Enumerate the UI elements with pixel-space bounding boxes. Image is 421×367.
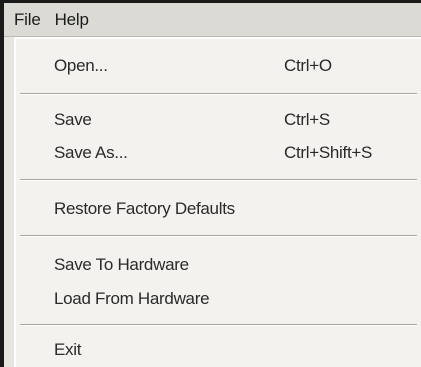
menu-item-load-from-hardware-label: Load From Hardware <box>54 289 210 308</box>
menu-separator <box>20 235 417 237</box>
menu-help[interactable]: Help <box>55 10 89 30</box>
menu-item-save-to-hardware-label: Save To Hardware <box>54 255 189 274</box>
menu-item-restore-defaults[interactable]: Restore Factory Defaults <box>16 194 421 224</box>
menu-item-open-label: Open... <box>54 56 108 75</box>
menu-item-save-as-label: Save As... <box>54 143 128 162</box>
file-menu-dropdown: Open... Ctrl+O Save Ctrl+S Save As... Ct… <box>14 37 421 367</box>
menu-separator <box>20 179 417 181</box>
menu-item-exit-label: Exit <box>54 340 82 359</box>
menu-item-exit[interactable]: Exit <box>16 335 421 365</box>
menu-separator <box>20 324 417 326</box>
menu-separator <box>20 93 417 95</box>
application-window: File Help Open... Ctrl+O Save Ctrl+S Sav… <box>0 0 421 367</box>
menu-item-restore-defaults-label: Restore Factory Defaults <box>54 199 235 218</box>
menu-item-save-to-hardware[interactable]: Save To Hardware <box>16 250 421 280</box>
menu-item-save-label: Save <box>54 110 92 129</box>
menu-item-open-shortcut: Ctrl+O <box>284 56 332 75</box>
menu-item-save-as[interactable]: Save As... Ctrl+Shift+S <box>16 138 421 168</box>
menu-item-open[interactable]: Open... Ctrl+O <box>16 51 421 81</box>
menu-bar: File Help <box>4 3 421 37</box>
menu-item-save-as-shortcut: Ctrl+Shift+S <box>284 143 373 162</box>
menu-file[interactable]: File <box>14 10 41 30</box>
menu-item-save[interactable]: Save Ctrl+S <box>16 105 421 135</box>
menu-item-load-from-hardware[interactable]: Load From Hardware <box>16 284 421 314</box>
menu-item-save-shortcut: Ctrl+S <box>284 110 330 129</box>
